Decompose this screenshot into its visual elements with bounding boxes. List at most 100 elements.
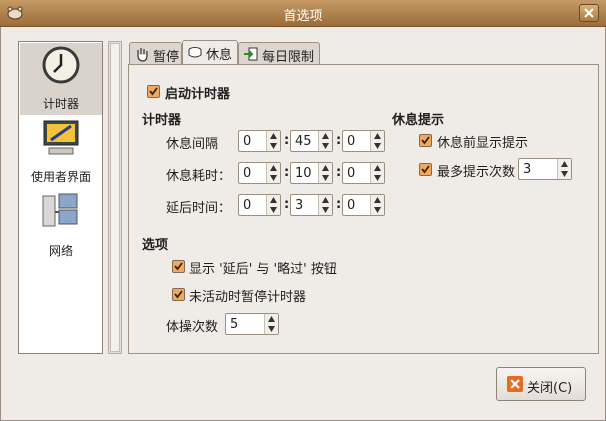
postpone-minutes-spinner[interactable]: 3 (290, 194, 333, 216)
sidebar-item-network[interactable]: 网络 (20, 190, 102, 262)
arrow-up-icon (374, 133, 381, 139)
interval-label: 休息间隔 (166, 137, 219, 152)
close-button[interactable]: 关闭(C) (496, 367, 586, 401)
spinner-arrows[interactable] (370, 195, 384, 215)
interval-minutes-spinner[interactable]: 45 (290, 130, 333, 152)
clock-icon (42, 46, 80, 84)
exercises-label: 体操次数 (166, 320, 219, 335)
show-buttons-checkbox[interactable] (172, 260, 185, 273)
arrow-up-icon (268, 316, 275, 322)
arrow-down-icon (270, 207, 277, 213)
monitor-icon (43, 120, 79, 155)
spinner-arrows[interactable] (266, 163, 280, 183)
sidebar: 计时器 使用者界面 网络 (18, 41, 103, 354)
arrow-up-icon (270, 197, 277, 203)
arrow-up-icon (270, 133, 277, 139)
arrow-down-icon (270, 143, 277, 149)
arrow-down-icon (374, 207, 381, 213)
time-colon: : (284, 197, 290, 212)
spinner-value: 0 (243, 166, 252, 181)
duration-seconds-spinner[interactable]: 0 (342, 162, 385, 184)
arrow-up-icon (374, 165, 381, 171)
time-colon: : (336, 197, 342, 212)
tab-panel: 启动计时器 计时器 休息间隔 0 : 45 : 0 休息耗时： 0 : 10 :… (128, 64, 599, 354)
window-close-button[interactable] (579, 4, 599, 22)
exit-icon (244, 47, 258, 61)
spinner-arrows[interactable] (266, 195, 280, 215)
spinner-arrows[interactable] (318, 195, 332, 215)
arrow-up-icon (322, 197, 329, 203)
postpone-hours-spinner[interactable]: 0 (238, 194, 281, 216)
time-colon: : (284, 165, 290, 180)
duration-label: 休息耗时： (166, 169, 232, 184)
show-hint-checkbox[interactable] (419, 134, 432, 147)
spinner-value: 45 (295, 134, 312, 149)
exercises-spinner[interactable]: 5 (225, 313, 279, 335)
spinner-arrows[interactable] (370, 163, 384, 183)
spinner-value: 0 (347, 198, 356, 213)
checkmark-icon (421, 165, 430, 174)
arrow-down-icon (322, 143, 329, 149)
spinner-arrows[interactable] (266, 131, 280, 151)
time-colon: : (284, 133, 290, 148)
spinner-arrows[interactable] (318, 131, 332, 151)
close-button-label: 关闭(C) (527, 381, 573, 396)
close-icon (584, 8, 594, 18)
spinner-arrows[interactable] (264, 314, 278, 334)
sidebar-item-label: 计时器 (42, 97, 79, 111)
arrow-down-icon (374, 143, 381, 149)
postpone-label: 延后时间： (166, 201, 232, 216)
sidebar-item-label: 使用者界面 (30, 170, 91, 184)
close-icon (507, 376, 523, 392)
checkmark-icon (149, 87, 158, 96)
tab-rest[interactable]: 休息 (182, 40, 238, 64)
duration-hours-spinner[interactable]: 0 (238, 162, 281, 184)
interval-hours-spinner[interactable]: 0 (238, 130, 281, 152)
arrow-down-icon (270, 175, 277, 181)
max-hints-checkbox[interactable] (419, 163, 432, 176)
interval-seconds-spinner[interactable]: 0 (342, 130, 385, 152)
spinner-value: 0 (243, 134, 252, 149)
sidebar-item-label: 网络 (48, 244, 73, 258)
window-title: 首选项 (283, 9, 323, 24)
tab-daily-limit[interactable]: 每日限制 (238, 42, 320, 65)
sidebar-item-interface[interactable]: 使用者界面 (20, 116, 102, 188)
show-hint-label: 休息前显示提示 (437, 136, 529, 151)
tab-label: 暂停 (153, 50, 180, 65)
tab-pause[interactable]: 暂停 (129, 42, 182, 65)
arrow-down-icon (322, 175, 329, 181)
spinner-value: 0 (243, 198, 252, 213)
arrow-up-icon (561, 161, 568, 167)
network-icon (42, 193, 78, 227)
checkmark-icon (421, 136, 430, 145)
arrow-down-icon (561, 171, 568, 177)
postpone-seconds-spinner[interactable]: 0 (342, 194, 385, 216)
sidebar-scrollbar[interactable] (108, 41, 122, 354)
timer-section-title: 计时器 (142, 113, 182, 128)
spinner-arrows[interactable] (318, 163, 332, 183)
checkmark-icon (174, 262, 183, 271)
spinner-arrows[interactable] (557, 159, 571, 179)
duration-minutes-spinner[interactable]: 10 (290, 162, 333, 184)
options-section-title: 选项 (142, 238, 169, 253)
arrow-down-icon (374, 175, 381, 181)
arrow-up-icon (270, 165, 277, 171)
max-hints-spinner[interactable]: 3 (518, 158, 572, 180)
sidebar-item-timer[interactable]: 计时器 (20, 43, 102, 115)
time-colon: : (336, 133, 342, 148)
cup-icon (188, 47, 202, 58)
enable-timer-checkbox[interactable] (147, 85, 160, 98)
enable-timer-label: 启动计时器 (165, 87, 231, 102)
arrow-up-icon (322, 133, 329, 139)
title-bar: 首选项 (0, 0, 606, 27)
pause-inactive-label: 未活动时暂停计时器 (189, 290, 307, 305)
spinner-arrows[interactable] (370, 131, 384, 151)
arrow-down-icon (268, 326, 275, 332)
scrollbar-thumb[interactable] (110, 43, 120, 352)
max-hints-label: 最多提示次数 (437, 165, 516, 180)
arrow-up-icon (374, 197, 381, 203)
show-buttons-label: 显示 '延后' 与 '略过' 按钮 (189, 262, 337, 277)
tab-label: 每日限制 (262, 50, 315, 65)
pause-inactive-checkbox[interactable] (172, 288, 185, 301)
arrow-up-icon (322, 165, 329, 171)
